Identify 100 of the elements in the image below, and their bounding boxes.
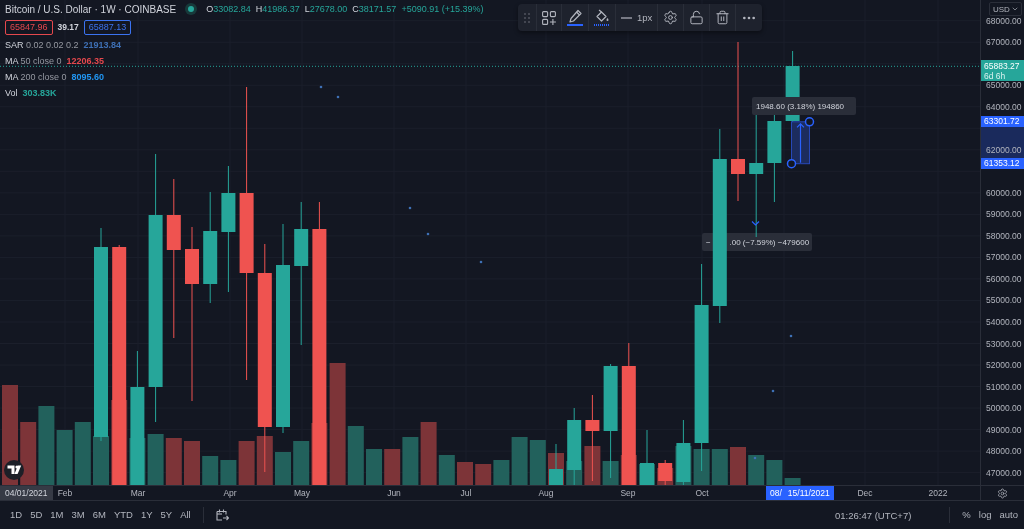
clock: 01:26:47 (UTC+7) bbox=[835, 509, 912, 521]
time-axis-label: Feb bbox=[57, 487, 73, 500]
date-label: 15/11/2021 bbox=[787, 488, 830, 498]
date-label: 08/ bbox=[770, 488, 782, 498]
time-range-button[interactable]: All bbox=[176, 507, 195, 523]
currency-dropdown[interactable]: USD bbox=[989, 2, 1022, 16]
sar-point bbox=[789, 334, 793, 338]
price-axis-label: 57000.00 bbox=[986, 251, 1022, 264]
volume-bar bbox=[202, 456, 219, 485]
volume-bar bbox=[165, 438, 182, 485]
time-axis-label: Jul bbox=[460, 487, 472, 500]
price-axis-label: 62000.00 bbox=[986, 143, 1022, 156]
line-width-button[interactable]: 1px bbox=[616, 4, 658, 31]
volume-bar bbox=[20, 422, 37, 485]
chevron-icon bbox=[751, 220, 760, 226]
price-label: 63301.72 bbox=[981, 116, 1024, 128]
last-price: 65883.27 bbox=[984, 61, 1021, 72]
settings-icon[interactable] bbox=[997, 487, 1008, 499]
buy-price-button[interactable]: 65887.13 bbox=[83, 19, 132, 35]
volume-bar bbox=[74, 422, 91, 485]
countdown-timer: 6d 6h bbox=[984, 71, 1007, 82]
sar-point bbox=[479, 260, 483, 264]
volume-bar bbox=[711, 449, 728, 485]
time-range-button[interactable]: 1M bbox=[46, 507, 68, 523]
measure-handle[interactable] bbox=[804, 117, 815, 127]
spread-value: 39.17 bbox=[57, 22, 79, 32]
volume-bar bbox=[256, 436, 273, 485]
volume-bar bbox=[275, 452, 291, 485]
price-axis-label: 60000.00 bbox=[986, 186, 1022, 199]
status-dot-icon bbox=[185, 3, 198, 15]
time-range-button[interactable]: 6M bbox=[88, 507, 110, 523]
indicator-value: 8095.60 bbox=[71, 72, 105, 82]
time-axis-label: May bbox=[293, 487, 311, 500]
indicator-value: 12206.35 bbox=[66, 56, 105, 66]
price-axis-label: 48000.00 bbox=[986, 445, 1022, 458]
ohlc-value: H41986.37 bbox=[255, 4, 300, 14]
time-axis-label: Aug bbox=[538, 487, 554, 500]
symbol-title: Bitcoin / U.S. Dollar · 1W · COINBASE bbox=[5, 3, 177, 15]
trash-icon[interactable] bbox=[715, 10, 731, 25]
time-range-button[interactable]: 5Y bbox=[156, 507, 177, 523]
price-axis-label: 50000.00 bbox=[986, 402, 1022, 415]
volume-bar bbox=[693, 449, 710, 485]
time-range-button[interactable]: 5D bbox=[26, 507, 47, 523]
price-axis-label: 68000.00 bbox=[986, 14, 1022, 27]
sar-point bbox=[408, 206, 412, 210]
price-axis-label: 58000.00 bbox=[986, 229, 1022, 242]
price-axis-label: 67000.00 bbox=[986, 36, 1022, 49]
padlock-icon[interactable] bbox=[689, 10, 705, 25]
volume-bar bbox=[384, 449, 401, 485]
paint-bucket-icon[interactable] bbox=[594, 9, 610, 26]
time-range-button[interactable]: YTD bbox=[109, 507, 137, 523]
candle bbox=[676, 419, 691, 485]
drag-handle-icon[interactable] bbox=[524, 12, 530, 23]
pencil-icon[interactable] bbox=[567, 9, 583, 26]
time-range-button[interactable]: 3M bbox=[67, 507, 89, 523]
scale-option-button[interactable]: log bbox=[974, 507, 996, 523]
sar-point bbox=[771, 389, 775, 393]
indicator-value: 21913.84 bbox=[83, 40, 122, 50]
volume-bar bbox=[475, 464, 492, 485]
grid-plus-icon[interactable] bbox=[542, 10, 556, 25]
price-label: 61353.12 bbox=[981, 158, 1024, 170]
ohlc-value: L27678.00 bbox=[304, 4, 348, 14]
calendar-icon[interactable] bbox=[215, 509, 229, 521]
caret-icon[interactable] bbox=[1010, 5, 1019, 13]
volume-bar bbox=[529, 440, 546, 485]
sar-point bbox=[426, 232, 430, 236]
volume-bar bbox=[730, 447, 746, 485]
measure-area bbox=[791, 121, 810, 165]
time-axis-label: Sep bbox=[620, 487, 636, 500]
sar-point bbox=[753, 456, 757, 460]
volume-bar bbox=[93, 436, 109, 485]
time-axis-label: Jun bbox=[387, 487, 401, 500]
time-axis-label: Oct bbox=[695, 487, 709, 500]
indicator-value: 303.83K bbox=[22, 88, 57, 98]
candle bbox=[549, 443, 563, 485]
logo-icon[interactable] bbox=[4, 460, 24, 480]
scale-option-button[interactable]: auto bbox=[995, 507, 1022, 523]
volume-bar bbox=[184, 441, 200, 485]
volume-bar bbox=[457, 462, 473, 485]
time-range-button[interactable]: 1Y bbox=[136, 507, 157, 523]
sar-point bbox=[336, 95, 340, 99]
volume-bar bbox=[366, 449, 382, 485]
settings-icon[interactable] bbox=[663, 10, 679, 25]
time-range-button[interactable]: 1D bbox=[6, 507, 27, 523]
sell-price-button[interactable]: 65847.96 bbox=[5, 19, 53, 35]
date-label: 04/01/2021 bbox=[0, 486, 53, 500]
scale-option-button[interactable]: % bbox=[958, 507, 975, 523]
measure-handle[interactable] bbox=[786, 158, 797, 169]
ohlc-value: C38171.57 bbox=[352, 4, 397, 14]
price-range-highlight bbox=[981, 127, 1024, 159]
line-icon[interactable] bbox=[621, 16, 632, 19]
time-axis-label: Mar bbox=[130, 487, 146, 500]
indicator-title: MA 50 close 0 bbox=[5, 56, 62, 66]
price-axis-label: 47000.00 bbox=[986, 466, 1022, 479]
price-axis-label: 52000.00 bbox=[986, 359, 1022, 371]
price-axis-label: 59000.00 bbox=[986, 208, 1022, 221]
volume-bar bbox=[748, 455, 765, 485]
candle bbox=[640, 429, 654, 485]
measure-label: 1948.60 (3.18%) 194860 bbox=[752, 97, 856, 115]
ohlc-value: O33082.84 bbox=[206, 4, 251, 14]
